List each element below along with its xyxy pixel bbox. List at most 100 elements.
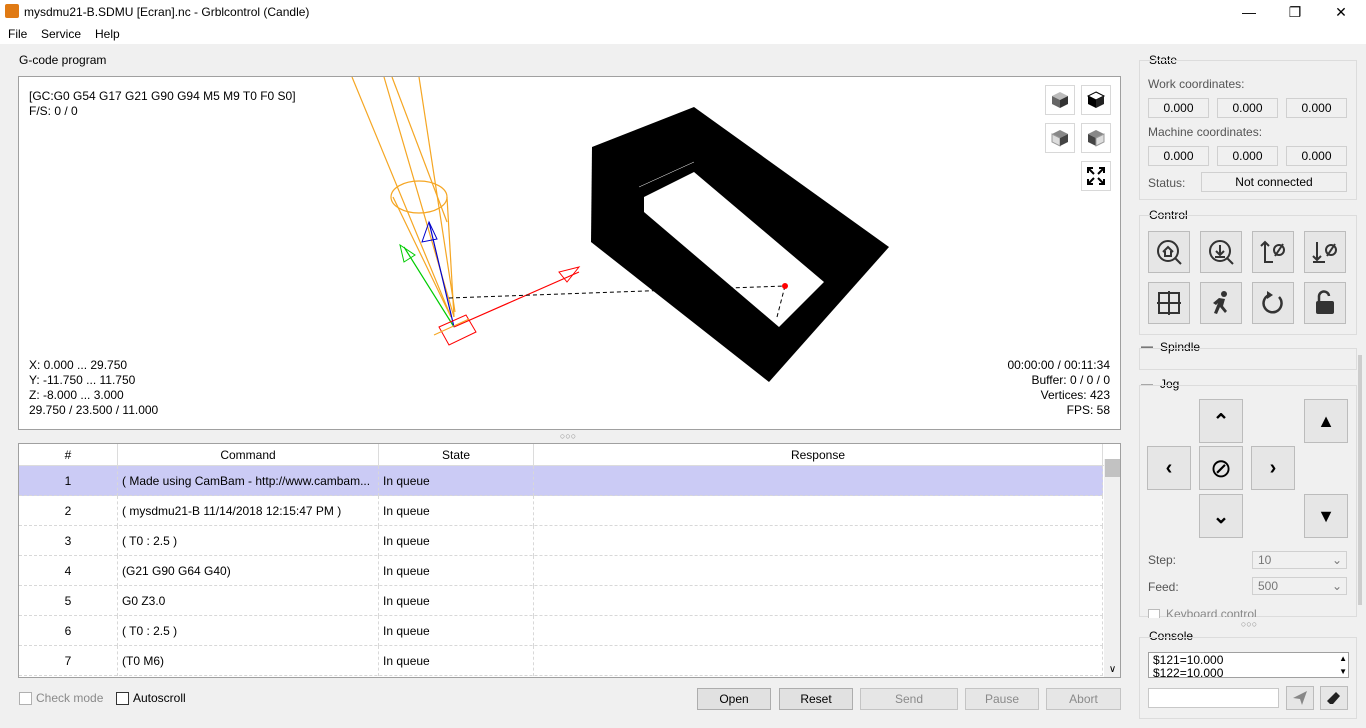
table-row[interactable]: 1( Made using CamBam - http://www.cambam… xyxy=(19,466,1103,496)
table-row[interactable]: 7 (T0 M6) In queue xyxy=(19,646,1103,676)
minimize-button[interactable]: — xyxy=(1226,0,1272,24)
machine-coords-label: Machine coordinates: xyxy=(1148,125,1263,139)
fps-text: FPS: 58 xyxy=(1066,403,1110,417)
row-command: G0 Z3.0 xyxy=(118,586,379,616)
command-input[interactable] xyxy=(1148,688,1279,708)
keyboard-control-checkbox[interactable] xyxy=(1148,609,1160,618)
home-button[interactable] xyxy=(1148,231,1190,273)
step-select[interactable]: 10 ⌄ xyxy=(1252,551,1347,569)
zero-z-button[interactable] xyxy=(1200,231,1242,273)
table-row[interactable]: 3( T0 : 2.5 ) In queue xyxy=(19,526,1103,556)
cube-top-icon[interactable] xyxy=(1081,85,1111,115)
running-man-icon xyxy=(1213,291,1227,314)
keyboard-control-label: Keyboard control xyxy=(1166,607,1257,617)
menu-service[interactable]: Service xyxy=(41,27,81,41)
work-z-field: 0.000 xyxy=(1286,98,1347,118)
safe-position-button[interactable] xyxy=(1148,282,1190,324)
header-state[interactable]: State xyxy=(379,444,534,466)
row-response xyxy=(534,586,1103,616)
tool-model xyxy=(351,77,456,318)
cube-front-icon[interactable] xyxy=(1045,123,1075,153)
row-command: ( T0 : 2.5 ) xyxy=(118,616,379,646)
row-command: (T0 M6) xyxy=(118,646,379,676)
autoscroll-checkbox[interactable] xyxy=(116,692,129,705)
jog-z-minus-button[interactable]: ▼ xyxy=(1304,494,1348,538)
row-num: 4 xyxy=(19,556,118,586)
splitter-handle[interactable]: ○○○ xyxy=(556,431,580,441)
jog-x-plus-button[interactable]: › xyxy=(1251,446,1295,490)
jog-z-plus-button[interactable]: ▲ xyxy=(1304,399,1348,443)
jog-y-plus-button[interactable]: ⌃ xyxy=(1199,399,1243,443)
cube-iso-icon[interactable] xyxy=(1045,85,1075,115)
probe-search-icon xyxy=(1209,240,1234,265)
menu-file[interactable]: File xyxy=(8,27,27,41)
row-command: (G21 G90 G64 G40) xyxy=(118,556,379,586)
table-row[interactable]: 6( T0 : 2.5 ) In queue xyxy=(19,616,1103,646)
jog-stop-button[interactable]: ⊘ xyxy=(1199,446,1243,490)
z-range-text: Z: -8.000 ... 3.000 xyxy=(29,388,124,402)
abort-button[interactable]: Abort xyxy=(1046,688,1121,710)
cube-left-icon[interactable] xyxy=(1081,123,1111,153)
chevron-down-icon: ⌄ xyxy=(1331,553,1342,567)
pause-button[interactable]: Pause xyxy=(965,688,1039,710)
header-num[interactable]: # xyxy=(19,444,118,466)
machine-z-field: 0.000 xyxy=(1286,146,1347,166)
table-row[interactable]: 5 G0 Z3.0 In queue xyxy=(19,586,1103,616)
spindle-frame xyxy=(1139,348,1357,370)
feed-select[interactable]: 500 ⌄ xyxy=(1252,577,1347,595)
jog-x-minus-button[interactable]: ‹ xyxy=(1147,446,1191,490)
menu-help[interactable]: Help xyxy=(95,27,120,41)
chevron-left-icon: ‹ xyxy=(1165,456,1173,479)
table-row[interactable]: 4 (G21 G90 G64 G40) In queue xyxy=(19,556,1103,586)
crosshair-icon xyxy=(1157,291,1181,315)
console-output[interactable]: $121=10.000 $122=10.000 ▲ ▼ xyxy=(1148,652,1349,678)
run-button[interactable] xyxy=(1200,282,1242,324)
panel-scrollbar[interactable] xyxy=(1358,355,1362,605)
console-line-2: $122=10.000 xyxy=(1153,666,1224,678)
soft-reset-button[interactable] xyxy=(1252,282,1294,324)
machine-x-field: 0.000 xyxy=(1148,146,1209,166)
scroll-down-icon[interactable]: ▼ xyxy=(1339,667,1347,676)
row-num: 2 xyxy=(19,496,118,526)
row-num: 3 xyxy=(19,526,118,556)
maximize-button[interactable]: ❐ xyxy=(1272,0,1318,24)
fit-icon[interactable] xyxy=(1081,161,1111,191)
status-label: Status: xyxy=(1148,176,1186,190)
close-button[interactable]: ✕ xyxy=(1318,0,1364,24)
chevron-down-icon: ⌄ xyxy=(1331,579,1342,593)
table-row[interactable]: 2( mysdmu21-B 11/14/2018 12:15:47 PM ) In… xyxy=(19,496,1103,526)
check-mode-checkbox[interactable] xyxy=(19,692,32,705)
console-splitter[interactable]: ○○○ xyxy=(1237,619,1261,629)
row-response xyxy=(534,466,1103,496)
restore-origin-button[interactable] xyxy=(1252,231,1294,273)
set-origin-button[interactable] xyxy=(1304,231,1346,273)
row-response xyxy=(534,616,1103,646)
row-state: In queue xyxy=(379,616,534,646)
size-text: 29.750 / 23.500 / 11.000 xyxy=(29,403,159,417)
row-command: ( Made using CamBam - http://www.cambam.… xyxy=(118,466,379,496)
unlock-button[interactable] xyxy=(1304,282,1346,324)
table-scrollbar[interactable] xyxy=(1104,459,1120,677)
send-button[interactable]: Send xyxy=(860,688,958,710)
check-mode-label: Check mode xyxy=(36,691,104,705)
step-value: 10 xyxy=(1258,553,1272,567)
work-x-field: 0.000 xyxy=(1148,98,1209,118)
gcode-group-title: G-code program xyxy=(19,53,107,67)
scroll-down-icon[interactable]: ∨ xyxy=(1104,664,1120,677)
reset-button[interactable]: Reset xyxy=(779,688,853,710)
app-icon xyxy=(5,4,19,18)
row-state: In queue xyxy=(379,526,534,556)
jog-y-minus-button[interactable]: ⌄ xyxy=(1199,494,1243,538)
workpiece-shape xyxy=(591,107,889,382)
gcode-visualizer[interactable]: [GC:G0 G54 G17 G21 G90 G94 M5 M9 T0 F0 S… xyxy=(18,76,1121,430)
scrollbar-thumb[interactable] xyxy=(1105,459,1120,477)
clear-console-button[interactable] xyxy=(1320,686,1348,710)
menu-bar: File Service Help xyxy=(0,24,1366,44)
unlock-icon xyxy=(1316,290,1334,314)
scroll-up-icon[interactable]: ▲ xyxy=(1339,654,1347,663)
header-command[interactable]: Command xyxy=(118,444,379,466)
send-command-button[interactable] xyxy=(1286,686,1314,710)
row-command: ( mysdmu21-B 11/14/2018 12:15:47 PM ) xyxy=(118,496,379,526)
open-button[interactable]: Open xyxy=(697,688,771,710)
header-response[interactable]: Response xyxy=(534,444,1103,466)
